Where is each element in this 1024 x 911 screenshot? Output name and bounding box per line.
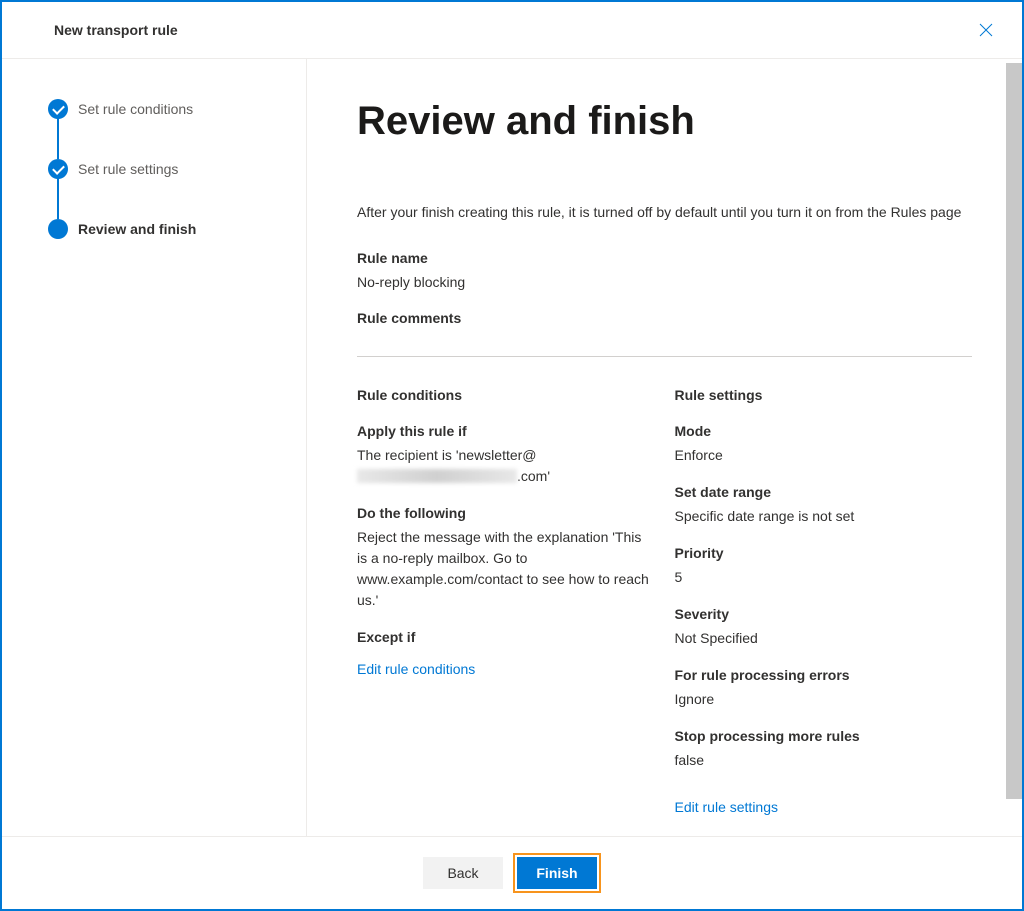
severity-label: Severity	[675, 606, 973, 622]
apply-value-suffix: .com'	[517, 468, 550, 484]
check-icon	[48, 159, 68, 179]
priority-label: Priority	[675, 545, 973, 561]
step-settings[interactable]: Set rule settings	[48, 159, 286, 179]
finish-button[interactable]: Finish	[517, 857, 597, 889]
rule-name-label: Rule name	[357, 250, 972, 266]
current-step-icon	[48, 219, 68, 239]
stop-label: Stop processing more rules	[675, 728, 973, 744]
modal-title: New transport rule	[54, 22, 178, 38]
date-value: Specific date range is not set	[675, 506, 973, 527]
step-connector	[57, 177, 59, 219]
section-divider	[357, 356, 972, 357]
edit-settings-link[interactable]: Edit rule settings	[675, 799, 779, 815]
close-icon	[979, 23, 993, 37]
modal-footer: Back Finish	[2, 836, 1022, 909]
do-value: Reject the message with the explanation …	[357, 527, 655, 611]
step-label: Review and finish	[78, 221, 196, 237]
rule-name-value: No-reply blocking	[357, 274, 972, 290]
date-label: Set date range	[675, 484, 973, 500]
step-conditions[interactable]: Set rule conditions	[48, 99, 286, 119]
details-columns: Rule conditions Apply this rule if The r…	[357, 387, 972, 815]
apply-value-prefix: The recipient is 'newsletter@	[357, 447, 537, 463]
severity-value: Not Specified	[675, 628, 973, 649]
do-label: Do the following	[357, 505, 655, 521]
errors-label: For rule processing errors	[675, 667, 973, 683]
scrollbar-thumb[interactable]	[1006, 63, 1022, 799]
settings-heading: Rule settings	[675, 387, 973, 403]
content-area: Review and finish After your finish crea…	[307, 59, 1022, 836]
errors-value: Ignore	[675, 689, 973, 710]
step-connector	[57, 117, 59, 159]
conditions-heading: Rule conditions	[357, 387, 655, 403]
finish-highlight: Finish	[513, 853, 601, 893]
step-label: Set rule conditions	[78, 101, 193, 117]
mode-value: Enforce	[675, 445, 973, 466]
conditions-column: Rule conditions Apply this rule if The r…	[357, 387, 655, 815]
back-button[interactable]: Back	[423, 857, 503, 889]
step-list: Set rule conditions Set rule settings Re…	[48, 99, 286, 239]
page-title: Review and finish	[357, 99, 972, 144]
step-label: Set rule settings	[78, 161, 178, 177]
priority-value: 5	[675, 567, 973, 588]
stop-value: false	[675, 750, 973, 771]
except-label: Except if	[357, 629, 655, 645]
step-review[interactable]: Review and finish	[48, 219, 286, 239]
close-button[interactable]	[970, 14, 1002, 46]
edit-conditions-link[interactable]: Edit rule conditions	[357, 661, 475, 677]
modal-body: Set rule conditions Set rule settings Re…	[2, 59, 1022, 836]
settings-column: Rule settings Mode Enforce Set date rang…	[675, 387, 973, 815]
wizard-sidebar: Set rule conditions Set rule settings Re…	[2, 59, 307, 836]
redacted-domain	[357, 469, 517, 483]
intro-text: After your finish creating this rule, it…	[357, 204, 972, 220]
modal-container: New transport rule Set rule conditions S…	[0, 0, 1024, 911]
apply-label: Apply this rule if	[357, 423, 655, 439]
apply-value: The recipient is 'newsletter@ .com'	[357, 445, 655, 487]
mode-label: Mode	[675, 423, 973, 439]
modal-header: New transport rule	[2, 2, 1022, 59]
rule-comments-label: Rule comments	[357, 310, 972, 326]
check-icon	[48, 99, 68, 119]
